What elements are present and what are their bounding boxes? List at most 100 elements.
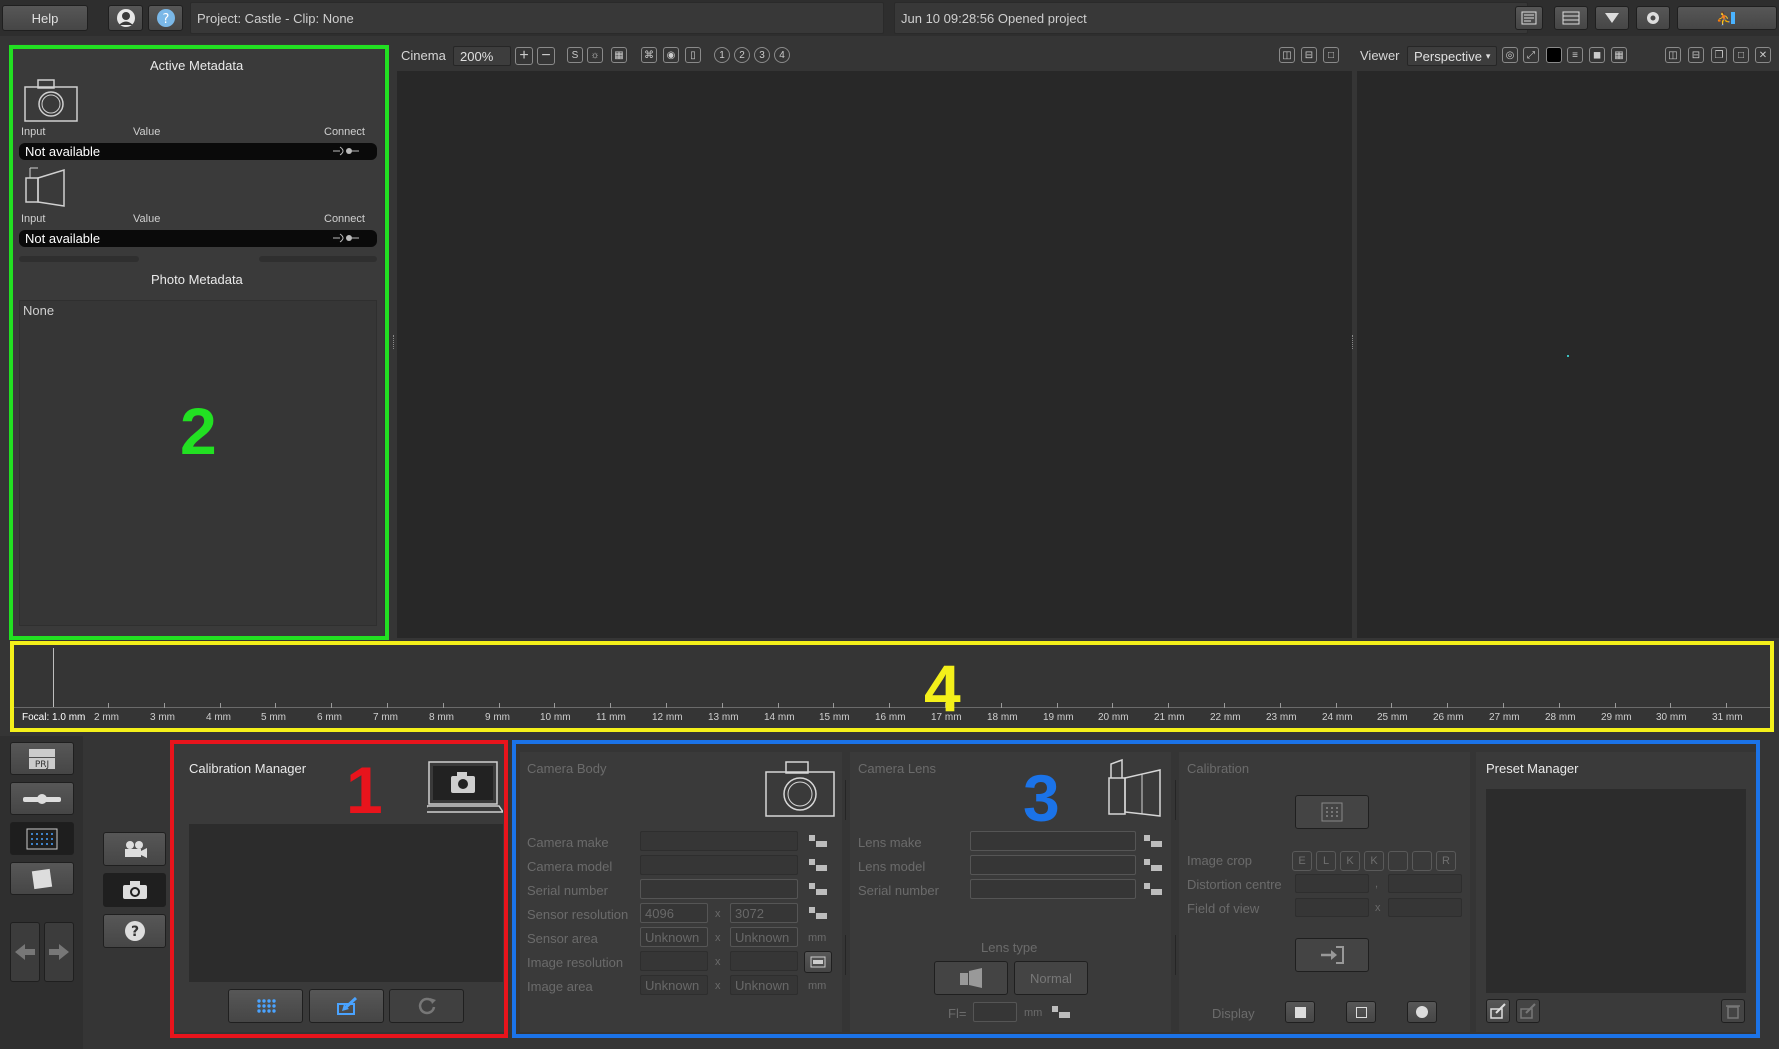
- help-question-button[interactable]: ?: [103, 914, 166, 948]
- viewer-restore-button[interactable]: ❐: [1711, 47, 1727, 63]
- display-filled-button[interactable]: [1285, 1001, 1315, 1023]
- lens-model-preset-icon[interactable]: [1144, 859, 1162, 873]
- calibration-grid-button[interactable]: [1295, 795, 1369, 829]
- image-resolution-button[interactable]: [804, 951, 832, 973]
- page-2-button[interactable]: 2: [734, 47, 750, 63]
- notes-button[interactable]: [10, 862, 74, 895]
- camera-model-preset-icon[interactable]: [809, 859, 827, 873]
- image-resolution-height-field[interactable]: [730, 951, 798, 971]
- apply-calibration-button[interactable]: [1295, 938, 1369, 972]
- lock-button[interactable]: ▯: [685, 47, 701, 63]
- image-crop-button[interactable]: K: [1340, 851, 1360, 871]
- mode-toggle-button[interactable]: ⛹: [1677, 6, 1777, 30]
- image-crop-button[interactable]: K: [1364, 851, 1384, 871]
- tracking-button[interactable]: [10, 782, 74, 815]
- sensor-area-height-field[interactable]: Unknown: [730, 927, 798, 947]
- sensor-res-preset-icon[interactable]: [809, 907, 827, 921]
- preset-list[interactable]: [1486, 789, 1746, 993]
- preset-load-button[interactable]: [1486, 999, 1510, 1023]
- camera-serial-preset-icon[interactable]: [809, 883, 827, 897]
- safe-frame-button[interactable]: S: [567, 47, 583, 63]
- sensor-area-width-field[interactable]: Unknown: [640, 927, 708, 947]
- field-of-view-x-field[interactable]: [1295, 898, 1369, 917]
- sensor-resolution-height-field[interactable]: 3072: [730, 903, 798, 923]
- dropdown-button[interactable]: [1595, 6, 1629, 30]
- preset-delete-button[interactable]: [1721, 999, 1745, 1023]
- distortion-centre-y-field[interactable]: [1388, 874, 1462, 893]
- profile-button[interactable]: [108, 5, 143, 31]
- calibration-button[interactable]: [10, 822, 74, 855]
- viewer-list-button[interactable]: ≡: [1567, 47, 1583, 63]
- connect-plug-icon[interactable]: [332, 145, 360, 157]
- panel-splitter[interactable]: [1352, 335, 1355, 349]
- camera-make-preset-icon[interactable]: [809, 835, 827, 849]
- photo-camera-button[interactable]: [103, 873, 166, 907]
- calibration-list[interactable]: [189, 824, 503, 982]
- view-eye-button[interactable]: ◉: [663, 47, 679, 63]
- cinema-zoom-field[interactable]: 200%: [453, 46, 511, 66]
- viewer-grid-button[interactable]: ▦: [1611, 47, 1627, 63]
- viewer-black-button[interactable]: [1546, 47, 1562, 63]
- split-horizontal-button[interactable]: ⊟: [1301, 47, 1317, 63]
- viewer-eye-button[interactable]: ◎: [1502, 47, 1518, 63]
- sensor-resolution-width-field[interactable]: 4096: [640, 903, 708, 923]
- calibrate-grid-button[interactable]: [228, 989, 303, 1023]
- settings-button[interactable]: [1636, 6, 1670, 30]
- image-crop-button[interactable]: [1412, 851, 1432, 871]
- video-camera-button[interactable]: [103, 832, 166, 866]
- import-calibration-button[interactable]: [309, 989, 384, 1023]
- viewer-close-button[interactable]: ✕: [1755, 47, 1771, 63]
- distortion-centre-x-field[interactable]: [1295, 874, 1369, 893]
- project-button[interactable]: PRJ: [10, 742, 74, 775]
- camera-serial-field[interactable]: [640, 879, 798, 899]
- brightness-button[interactable]: ☼: [587, 47, 603, 63]
- panel-splitter[interactable]: [393, 335, 396, 349]
- cinema-viewport[interactable]: [397, 71, 1352, 638]
- redo-button[interactable]: [44, 922, 74, 982]
- fit-button[interactable]: ⌘: [641, 47, 657, 63]
- log-button[interactable]: [1515, 6, 1543, 30]
- page-4-button[interactable]: 4: [774, 47, 790, 63]
- viewer-camera-button[interactable]: ◼: [1589, 47, 1605, 63]
- timeline-cursor[interactable]: [53, 648, 54, 707]
- camera-metadata-row[interactable]: Not available: [19, 143, 377, 160]
- display-circle-button[interactable]: [1407, 1001, 1437, 1023]
- metadata-splitter-right[interactable]: [259, 256, 377, 262]
- preset-save-button[interactable]: [1516, 999, 1540, 1023]
- image-crop-button[interactable]: E: [1292, 851, 1312, 871]
- page-1-button[interactable]: 1: [714, 47, 730, 63]
- refresh-calibration-button[interactable]: [389, 989, 464, 1023]
- focal-length-field[interactable]: [973, 1002, 1017, 1022]
- viewer-mode-select[interactable]: Perspective ▾: [1407, 46, 1497, 66]
- page-3-button[interactable]: 3: [754, 47, 770, 63]
- lens-serial-field[interactable]: [970, 879, 1136, 899]
- lens-metadata-row[interactable]: Not available: [19, 230, 377, 247]
- camera-model-field[interactable]: [640, 855, 798, 875]
- connect-plug-icon[interactable]: [332, 232, 360, 244]
- image-crop-button[interactable]: [1388, 851, 1408, 871]
- viewer-split-horizontal-button[interactable]: ⊟: [1688, 47, 1704, 63]
- split-vertical-button[interactable]: ◫: [1279, 47, 1295, 63]
- grid-button[interactable]: ▦: [611, 47, 627, 63]
- info-button[interactable]: ?: [148, 5, 183, 31]
- focal-preset-icon[interactable]: [1052, 1006, 1070, 1020]
- lens-serial-preset-icon[interactable]: [1144, 883, 1162, 897]
- lens-type-normal-button[interactable]: Normal: [1014, 961, 1088, 995]
- field-of-view-y-field[interactable]: [1388, 898, 1462, 917]
- image-resolution-width-field[interactable]: [640, 951, 708, 971]
- image-area-width-field[interactable]: Unknown: [640, 975, 708, 995]
- undo-button[interactable]: [10, 922, 40, 982]
- metadata-splitter-left[interactable]: [19, 256, 139, 262]
- lens-type-prime-button[interactable]: [934, 961, 1008, 995]
- image-crop-button[interactable]: L: [1316, 851, 1336, 871]
- image-area-height-field[interactable]: Unknown: [730, 975, 798, 995]
- viewer-split-vertical-button[interactable]: ◫: [1665, 47, 1681, 63]
- image-crop-button[interactable]: R: [1436, 851, 1456, 871]
- viewer-maximize-button[interactable]: □: [1733, 47, 1749, 63]
- camera-make-field[interactable]: [640, 831, 798, 851]
- maximize-button[interactable]: □: [1323, 47, 1339, 63]
- table-button[interactable]: [1554, 6, 1588, 30]
- lens-model-field[interactable]: [970, 855, 1136, 875]
- zoom-in-button[interactable]: +: [515, 47, 533, 65]
- display-outline-button[interactable]: [1346, 1001, 1376, 1023]
